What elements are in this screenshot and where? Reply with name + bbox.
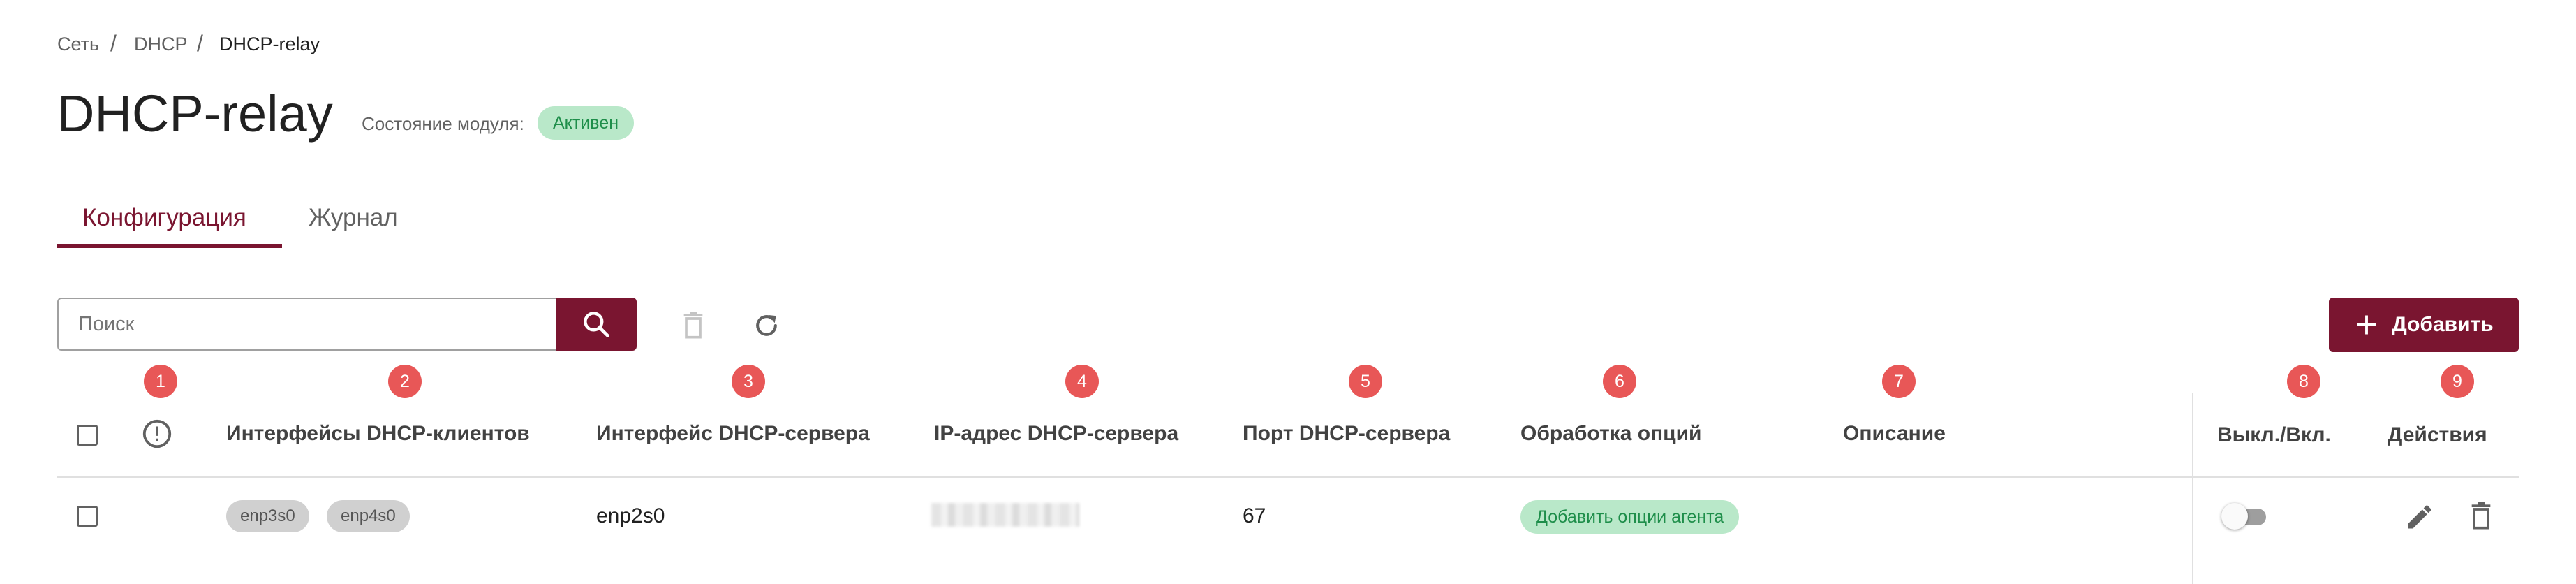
add-button[interactable]: Добавить — [2329, 298, 2519, 352]
callout-marker-1: 1 — [144, 365, 177, 398]
module-state-label: Состояние модуля: — [362, 113, 524, 134]
breadcrumb-item-current: DHCP-relay — [219, 34, 320, 54]
breadcrumb-item-dhcp[interactable]: DHCP — [134, 34, 188, 55]
column-header-options-processing[interactable]: Обработка опций — [1520, 422, 1701, 446]
select-all-checkbox[interactable] — [77, 425, 98, 446]
tab-journal[interactable]: Журнал — [309, 204, 398, 232]
column-header-client-interfaces[interactable]: Интерфейсы DHCP-клиентов — [226, 422, 530, 446]
callout-marker-7: 7 — [1882, 365, 1916, 398]
callout-marker-2: 2 — [388, 365, 422, 398]
row-checkbox[interactable] — [77, 506, 98, 527]
plus-icon — [2357, 315, 2376, 335]
header-divider — [57, 476, 2519, 478]
column-header-description[interactable]: Описание — [1843, 422, 1946, 446]
breadcrumb-separator: / — [110, 31, 117, 56]
callout-marker-3: 3 — [732, 365, 765, 398]
callout-marker-4: 4 — [1065, 365, 1099, 398]
client-interface-chip: enp4s0 — [327, 500, 410, 532]
column-header-actions: Действия — [2388, 423, 2487, 446]
server-ip-redacted — [931, 503, 1079, 527]
alert-circle-icon — [142, 419, 172, 448]
delete-row-button[interactable] — [2464, 499, 2498, 534]
server-interface-cell: enp2s0 — [596, 504, 665, 527]
callout-marker-9: 9 — [2441, 365, 2474, 398]
active-tab-indicator — [57, 244, 282, 248]
search-field — [57, 298, 556, 351]
trash-icon — [683, 312, 703, 339]
add-button-label: Добавить — [2392, 313, 2494, 336]
search-input[interactable] — [59, 299, 556, 349]
tab-configuration[interactable]: Конфигурация — [82, 204, 246, 232]
sticky-column-divider — [2192, 393, 2193, 584]
pencil-icon — [2408, 505, 2431, 529]
column-header-enabled: Выкл./Вкл. — [2217, 423, 2331, 446]
trash-icon — [2471, 502, 2491, 530]
callout-marker-5: 5 — [1349, 365, 1382, 398]
breadcrumb-separator: / — [197, 31, 203, 56]
delete-selected-button[interactable] — [676, 307, 711, 344]
callout-marker-8: 8 — [2287, 365, 2320, 398]
refresh-icon — [756, 314, 777, 336]
server-port-cell: 67 — [1243, 504, 1266, 527]
module-state-badge: Активен — [538, 106, 635, 140]
column-header-server-interface[interactable]: Интерфейс DHCP-сервера — [596, 422, 870, 446]
search-button[interactable] — [556, 298, 637, 351]
callout-marker-6: 6 — [1603, 365, 1636, 398]
page-title: DHCP-relay — [57, 85, 333, 143]
edit-button[interactable] — [2403, 500, 2436, 534]
breadcrumb-item-network[interactable]: Сеть — [57, 34, 99, 55]
options-processing-badge: Добавить опции агента — [1520, 500, 1740, 534]
enable-toggle-thumb[interactable] — [2221, 503, 2248, 530]
column-header-server-ip[interactable]: IP-адрес DHCP-сервера — [934, 422, 1178, 446]
refresh-button[interactable] — [748, 307, 785, 344]
client-interface-chip: enp3s0 — [226, 500, 309, 532]
search-icon — [584, 312, 609, 337]
column-header-server-port[interactable]: Порт DHCP-сервера — [1243, 422, 1450, 446]
